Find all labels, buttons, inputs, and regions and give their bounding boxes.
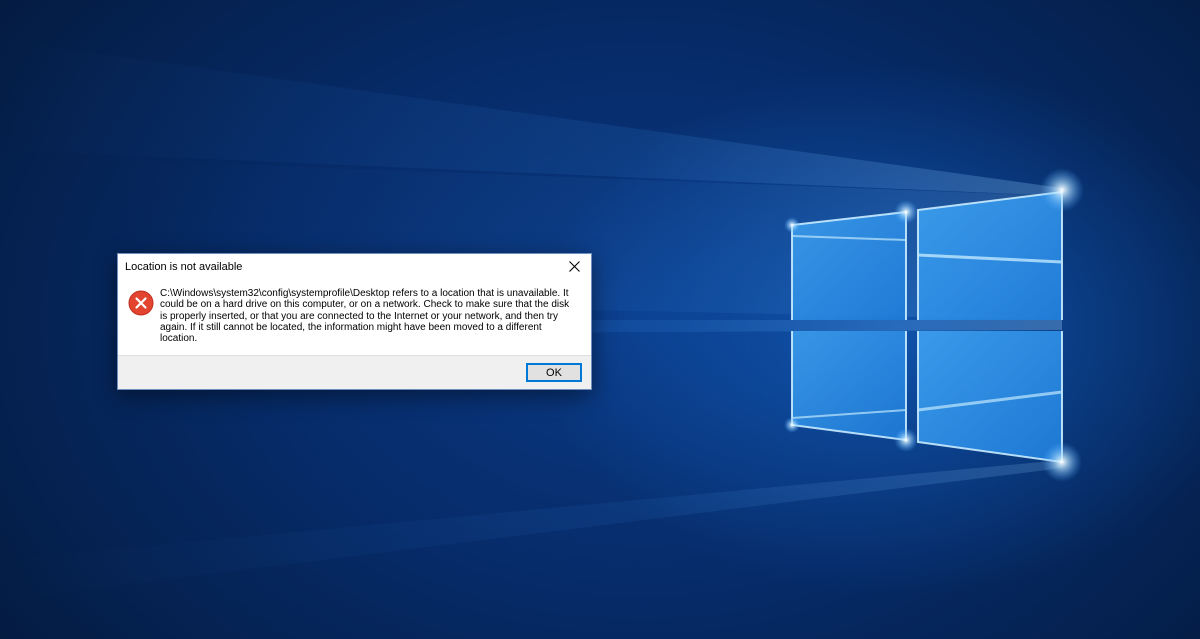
dialog-title: Location is not available	[125, 261, 243, 273]
logo-pane-bottom-right	[918, 331, 1062, 462]
dialog-content: C:\Windows\system32\config\systemprofile…	[118, 280, 591, 356]
close-button[interactable]	[559, 254, 591, 279]
error-dialog: Location is not available C:\Windows\sys…	[117, 253, 592, 390]
logo-pane-bottom-left	[792, 331, 906, 440]
error-icon	[128, 290, 154, 316]
dialog-titlebar[interactable]: Location is not available	[118, 254, 591, 280]
error-message: C:\Windows\system32\config\systemprofile…	[160, 288, 570, 345]
ok-button[interactable]: OK	[526, 363, 582, 382]
logo-pane-top-left	[792, 212, 906, 320]
close-icon	[569, 261, 580, 272]
dialog-footer: OK	[118, 355, 591, 389]
